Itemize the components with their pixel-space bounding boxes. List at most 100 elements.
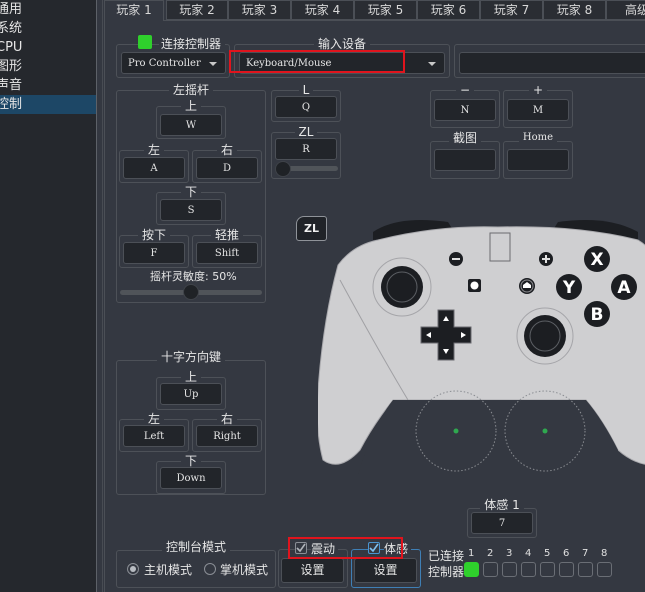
dpad-title: 十字方向键	[156, 350, 225, 364]
panel-divider	[102, 0, 103, 592]
sidebar-item-system[interactable]: 系统	[0, 19, 96, 38]
sidebar-item-cpu[interactable]: CPU	[0, 38, 96, 57]
input-profile-field[interactable]	[459, 52, 645, 74]
controller-slot-number: 4	[525, 548, 532, 559]
controller-slot-number: 5	[544, 548, 551, 559]
zl-range-thumb[interactable]	[275, 161, 291, 177]
sidebar-item-general[interactable]: 通用	[0, 0, 96, 19]
checkmark-icon	[369, 543, 379, 553]
left-stick-press-label: 按下	[137, 228, 170, 242]
connect-controller-label: 连接控制器	[159, 35, 226, 52]
controller-type-value: Pro Controller	[128, 58, 201, 69]
dpad-down-label: 下	[180, 454, 201, 468]
left-stick-right-label: 右	[216, 143, 237, 157]
left-stick-press-key[interactable]: F	[123, 242, 185, 264]
left-stick-down-key[interactable]: S	[160, 199, 222, 221]
controller-type-select[interactable]: Pro Controller	[121, 52, 226, 74]
dpad-right-key[interactable]: Right	[196, 425, 258, 447]
capture-button-key[interactable]	[434, 149, 496, 171]
tab-player-8[interactable]: 玩家 8	[543, 0, 606, 20]
dpad-left-key[interactable]: Left	[123, 425, 185, 447]
left-stick-up-label: 上	[180, 99, 201, 113]
motion-checkbox[interactable]	[368, 542, 380, 554]
left-stick-position-dot	[453, 428, 459, 434]
controller-slot-indicator	[597, 562, 612, 577]
docked-mode-radio[interactable]	[127, 563, 139, 575]
left-stick-down-label: 下	[180, 185, 201, 199]
tab-player-1[interactable]: 玩家 1	[104, 0, 164, 21]
sidebar-item-graphics[interactable]: 图形	[0, 57, 96, 76]
stick-sensitivity-thumb[interactable]	[183, 284, 199, 300]
capture-button-title: 截图	[448, 131, 481, 145]
left-stick-left-key[interactable]: A	[123, 157, 185, 179]
left-stick-right-key[interactable]: D	[196, 157, 258, 179]
sidebar-divider	[96, 0, 97, 592]
right-stick-position-dot	[542, 428, 548, 434]
controller-slot-number: 6	[563, 548, 570, 559]
stick-sensitivity-label: 摇杆灵敏度: 50%	[150, 270, 237, 283]
minus-button-key[interactable]: N	[434, 99, 496, 121]
controller-slot-indicator	[578, 562, 593, 577]
connected-controllers-label-1: 已连接	[428, 549, 465, 563]
motion-key[interactable]: 7	[471, 512, 533, 534]
tab-player-3[interactable]: 玩家 3	[228, 0, 291, 20]
left-stick-up-key[interactable]: W	[160, 114, 222, 136]
controller-cutout	[358, 400, 618, 475]
controller-slot-indicator	[521, 562, 536, 577]
input-device-select[interactable]: Keyboard/Mouse	[239, 52, 445, 74]
plus-button-title: +	[528, 83, 548, 97]
y-button-label: Y	[562, 278, 576, 298]
home-button-key[interactable]	[507, 149, 569, 171]
controller-slot-indicator	[502, 562, 517, 577]
controller-slot-indicator	[483, 562, 498, 577]
controller-slot-indicator	[540, 562, 555, 577]
left-stick-modifier-label: 轻推	[210, 228, 243, 242]
controller-slot-number: 7	[582, 548, 589, 559]
connect-controller-checkbox[interactable]	[138, 35, 152, 49]
vibration-checkbox[interactable]	[295, 542, 307, 554]
checkmark-icon	[296, 543, 306, 553]
sidebar-item-controls[interactable]: 控制	[0, 95, 96, 114]
motion-settings-button[interactable]: 设置	[354, 558, 417, 583]
chevron-down-icon	[428, 62, 436, 66]
tab-player-2[interactable]: 玩家 2	[166, 0, 228, 20]
dpad-up-key[interactable]: Up	[160, 383, 222, 405]
controller-slot-indicator	[464, 562, 479, 577]
docked-mode-label: 主机模式	[144, 563, 193, 577]
left-stick-modifier-key[interactable]: Shift	[196, 242, 258, 264]
player-tabs: 玩家 1 玩家 2 玩家 3 玩家 4 玩家 5 玩家 6 玩家 7 玩家 8 …	[104, 0, 645, 21]
tab-player-6[interactable]: 玩家 6	[417, 0, 480, 20]
plus-button-key[interactable]: M	[507, 99, 569, 121]
x-button-label: X	[590, 250, 603, 270]
controller-slot-number: 3	[506, 548, 513, 559]
sidebar-item-audio[interactable]: 声音	[0, 76, 96, 95]
connected-controllers-label-2: 控制器	[428, 565, 465, 579]
controller-illustration: X Y A B	[318, 219, 645, 475]
dpad-down-key[interactable]: Down	[160, 467, 222, 489]
dpad-left-label: 左	[143, 412, 164, 426]
input-device-title: 输入设备	[313, 37, 370, 51]
input-device-value: Keyboard/Mouse	[246, 58, 332, 69]
motion-title: 体感 1	[480, 498, 524, 512]
zl-button-key[interactable]: R	[275, 138, 337, 160]
chevron-down-icon	[209, 62, 217, 66]
controller-slot-indicator	[559, 562, 574, 577]
handheld-mode-radio[interactable]	[204, 563, 216, 575]
controller-slot-number: 1	[468, 548, 475, 559]
minus-button-title: −	[455, 83, 475, 97]
l-button-title: L	[298, 83, 314, 97]
vibration-settings-button[interactable]: 设置	[281, 558, 344, 583]
tab-player-5[interactable]: 玩家 5	[354, 0, 417, 20]
vibration-label: 震动	[311, 540, 339, 557]
tab-player-4[interactable]: 玩家 4	[291, 0, 354, 20]
tab-player-7[interactable]: 玩家 7	[480, 0, 543, 20]
l-button-key[interactable]: Q	[275, 96, 337, 118]
motion-toggle-label: 体感	[384, 540, 412, 557]
left-stick-title: 左摇杆	[168, 83, 213, 97]
sidebar: 通用 系统 CPU 图形 声音 控制	[0, 0, 96, 592]
dpad-up-label: 上	[180, 370, 201, 384]
controller-slot-number: 2	[487, 548, 494, 559]
b-button-label: B	[591, 305, 604, 325]
left-stick-left-label: 左	[143, 143, 164, 157]
tab-advanced[interactable]: 高级	[606, 0, 645, 20]
